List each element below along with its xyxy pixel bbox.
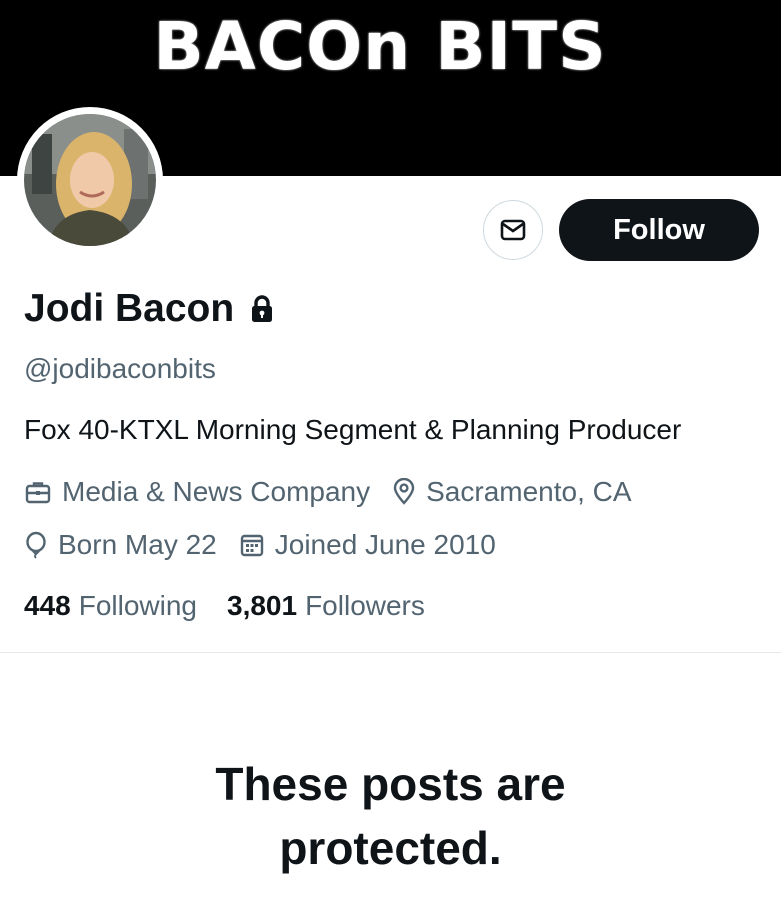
protected-posts-notice: These posts are protected. xyxy=(0,752,781,880)
location-text: Sacramento, CA xyxy=(426,476,632,507)
protected-notice-line-2: protected. xyxy=(279,822,502,874)
profile-bio: Fox 40-KTXL Morning Segment & Planning P… xyxy=(24,414,682,445)
follow-stats: 448 Following 3,801 Followers xyxy=(24,590,425,622)
lock-icon xyxy=(252,295,273,322)
calendar-icon xyxy=(240,534,263,557)
followers-label: Followers xyxy=(305,590,425,621)
banner-text: BACOn BITS xyxy=(153,8,607,85)
followers-count: 3,801 xyxy=(227,590,298,621)
profile-meta-row-1: Media & News Company Sacramento, CA xyxy=(24,476,654,508)
following-label: Following xyxy=(78,590,197,621)
location-item: Sacramento, CA xyxy=(392,476,632,508)
display-name-row: Jodi Bacon xyxy=(24,284,274,334)
display-name: Jodi Bacon xyxy=(24,287,235,330)
protected-notice-line-1: These posts are xyxy=(215,758,566,810)
location-pin-icon xyxy=(393,478,415,505)
joined-item: Joined June 2010 xyxy=(239,529,496,561)
followers-link[interactable]: 3,801 Followers xyxy=(227,590,425,622)
avatar[interactable] xyxy=(17,107,163,253)
category-item: Media & News Company xyxy=(24,476,370,508)
user-handle: @jodibaconbits xyxy=(24,353,216,384)
balloon-icon xyxy=(26,531,46,559)
category-text: Media & News Company xyxy=(62,476,371,507)
envelope-icon xyxy=(500,219,526,241)
following-count: 448 xyxy=(24,590,71,621)
avatar-photo xyxy=(24,114,156,246)
following-link[interactable]: 448 Following xyxy=(24,590,197,622)
joined-text: Joined June 2010 xyxy=(274,529,496,560)
birthday-text: Born May 22 xyxy=(58,529,217,560)
birthday-item: Born May 22 xyxy=(24,529,217,561)
follow-button[interactable]: Follow xyxy=(559,199,759,261)
section-divider xyxy=(0,652,781,653)
message-button[interactable] xyxy=(483,200,543,260)
briefcase-icon xyxy=(25,482,51,504)
profile-meta-row-2: Born May 22 Joined June 2010 xyxy=(24,529,518,561)
